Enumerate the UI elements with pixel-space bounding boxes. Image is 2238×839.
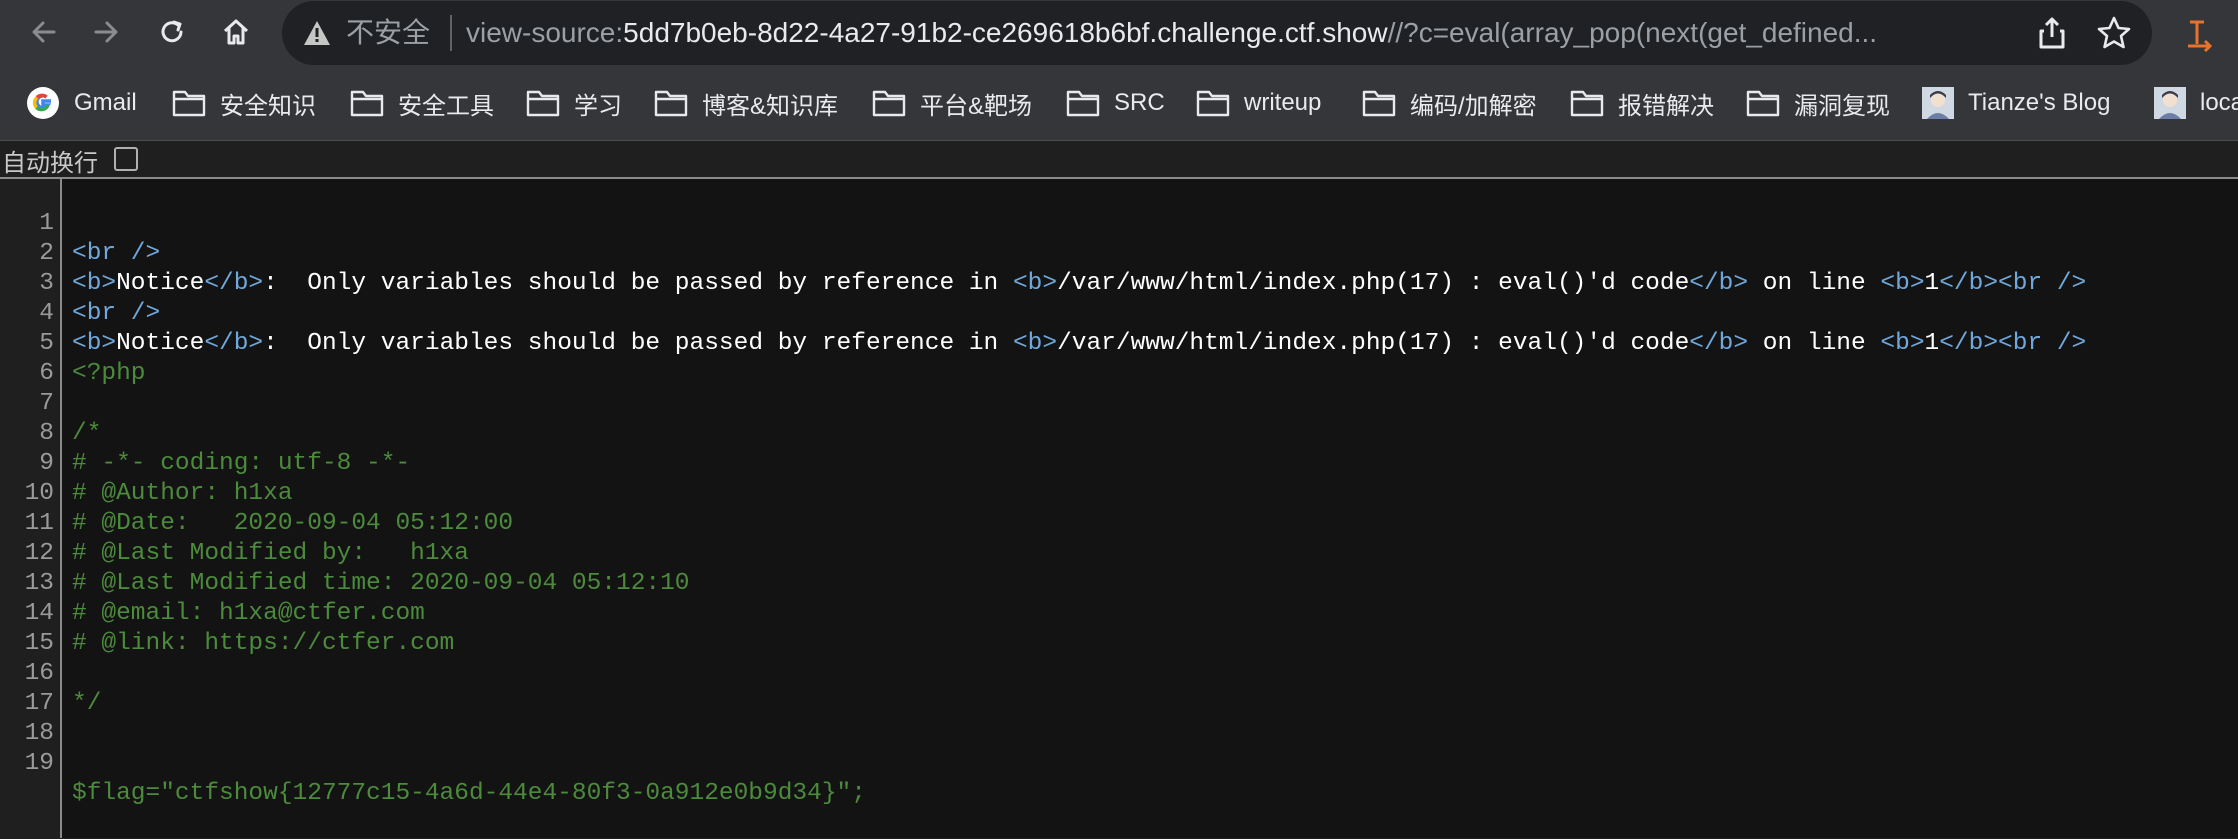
source-line: 8 # -*- coding: utf-8 -*- bbox=[0, 389, 2238, 477]
bookmark-label: 学习 bbox=[574, 92, 622, 120]
source-line: 7 /* bbox=[0, 359, 2238, 447]
bookmark-folder[interactable]: 报错解决 bbox=[1570, 84, 1714, 122]
source-line: 6 bbox=[0, 329, 2238, 387]
source-line: 4 <b>Notice</b>: Only variables should b… bbox=[0, 269, 2238, 357]
bookmark-label: 报错解决 bbox=[1618, 92, 1714, 120]
line-wrap-bar: 自动换行 bbox=[0, 141, 2238, 179]
forward-arrow-icon bbox=[94, 21, 118, 43]
home-button[interactable] bbox=[216, 12, 256, 52]
bookmark-folder[interactable]: writeup bbox=[1196, 84, 1321, 122]
line-number: 19 bbox=[24, 750, 54, 777]
avatar-icon bbox=[2154, 87, 2186, 119]
extension-icon[interactable] bbox=[2184, 16, 2216, 52]
folder-icon bbox=[350, 90, 384, 117]
reload-icon bbox=[161, 20, 183, 43]
bookmark-folder[interactable]: 平台&靶场 bbox=[872, 84, 1032, 122]
flag-line: $flag="ctfshow{12777c15-4a6d-44e4-80f3-0… bbox=[72, 780, 866, 807]
bookmark-label: 安全工具 bbox=[398, 92, 494, 120]
folder-icon bbox=[872, 90, 906, 117]
source-line: 12 # @Last Modified time: 2020-09-04 05:… bbox=[0, 509, 2238, 597]
bookmark-folder[interactable]: 编码/加解密 bbox=[1362, 84, 1537, 122]
source-line: 5 <?php bbox=[0, 299, 2238, 387]
bookmark-folder[interactable]: 安全工具 bbox=[350, 84, 494, 122]
bookmark-gmail[interactable]: Gmail bbox=[26, 84, 137, 122]
bookmark-label: writeup bbox=[1244, 89, 1322, 116]
home-icon bbox=[223, 19, 249, 45]
folder-icon bbox=[654, 90, 688, 117]
bookmark-label: 漏洞复现 bbox=[1794, 92, 1890, 120]
bookmark-tianze-blog[interactable]: Tianze's Blog bbox=[1922, 84, 2110, 122]
folder-icon bbox=[1746, 90, 1780, 117]
source-line: 11 # @Last Modified by: h1xa bbox=[0, 479, 2238, 567]
url-path: //?c=eval(array_pop(next(get_defined... bbox=[1387, 17, 1878, 48]
folder-icon bbox=[1066, 90, 1100, 117]
address-bar[interactable]: 不安全 view-source:5dd7b0eb-8d22-4a27-91b2-… bbox=[282, 1, 2152, 65]
source-line: 13 # @email: h1xa@ctfer.com bbox=[0, 539, 2238, 627]
source-line: 16 */ bbox=[0, 629, 2238, 717]
warning-icon bbox=[304, 21, 330, 45]
bookmark-label: 编码/加解密 bbox=[1410, 92, 1537, 120]
bookmark-label: Tianze's Blog bbox=[1968, 89, 2111, 116]
address-divider bbox=[450, 15, 452, 51]
browser-toolbar: 不安全 view-source:5dd7b0eb-8d22-4a27-91b2-… bbox=[0, 0, 2238, 66]
forward-button[interactable] bbox=[86, 12, 126, 52]
source-line: 3 <br /> bbox=[0, 239, 2238, 327]
source-line: 9 # @Author: h1xa bbox=[0, 419, 2238, 507]
source-line: 17 bbox=[0, 659, 2238, 717]
bookmark-folder[interactable]: 博客&知识库 bbox=[654, 84, 838, 122]
source-line: 2 <b>Notice</b>: Only variables should b… bbox=[0, 209, 2238, 297]
source-line: 14 # @link: https://ctfer.com bbox=[0, 569, 2238, 657]
avatar-icon bbox=[1922, 87, 1954, 119]
bookmark-label: SRC bbox=[1114, 89, 1165, 116]
bookmark-label: 安全知识 bbox=[220, 92, 316, 120]
bookmark-label: Gmail bbox=[74, 89, 137, 116]
source-line: 18 bbox=[0, 689, 2238, 747]
source-line: 10 # @Date: 2020-09-04 05:12:00 bbox=[0, 449, 2238, 537]
reload-button[interactable] bbox=[152, 12, 192, 52]
folder-icon bbox=[1362, 90, 1396, 117]
bookmark-local[interactable]: loca bbox=[2154, 84, 2238, 122]
source-line: 19 $flag="ctfshow{12777c15-4a6d-44e4-80f… bbox=[0, 719, 2238, 807]
bookmark-label: loca bbox=[2200, 89, 2238, 116]
back-arrow-icon bbox=[32, 21, 56, 43]
url-text[interactable]: view-source:5dd7b0eb-8d22-4a27-91b2-ce26… bbox=[466, 13, 2006, 53]
security-status[interactable]: 不安全 bbox=[346, 13, 430, 53]
bookmarks-bar: Gmail 安全知识 安全工具 学习 博客&知识库 平台&靶场 SRC writ… bbox=[0, 66, 2238, 142]
bookmark-folder[interactable]: SRC bbox=[1066, 84, 1165, 122]
url-scheme: view-source: bbox=[466, 17, 624, 48]
line-wrap-label: 自动换行 bbox=[2, 150, 98, 177]
source-line: 15 bbox=[0, 599, 2238, 657]
back-button[interactable] bbox=[24, 12, 64, 52]
bookmark-label: 博客&知识库 bbox=[702, 92, 839, 120]
line-wrap-checkbox[interactable] bbox=[114, 147, 138, 171]
folder-icon bbox=[1570, 90, 1604, 117]
bookmark-folder[interactable]: 安全知识 bbox=[172, 84, 316, 122]
source-line: 1 <br /> bbox=[0, 179, 2238, 267]
share-icon[interactable] bbox=[2034, 15, 2070, 51]
bookmark-folder[interactable]: 学习 bbox=[526, 84, 622, 122]
folder-icon bbox=[172, 90, 206, 117]
google-icon bbox=[27, 87, 59, 119]
bookmark-label: 平台&靶场 bbox=[920, 92, 1033, 120]
url-host: 5dd7b0eb-8d22-4a27-91b2-ce269618b6bf.cha… bbox=[623, 17, 1388, 48]
folder-icon bbox=[1196, 90, 1230, 117]
source-view: 1 <br /> 2 <b>Notice</b>: Only variables… bbox=[0, 179, 2238, 838]
folder-icon bbox=[526, 90, 560, 117]
bookmark-folder[interactable]: 漏洞复现 bbox=[1746, 84, 1890, 122]
bookmark-star-icon[interactable] bbox=[2096, 15, 2132, 51]
